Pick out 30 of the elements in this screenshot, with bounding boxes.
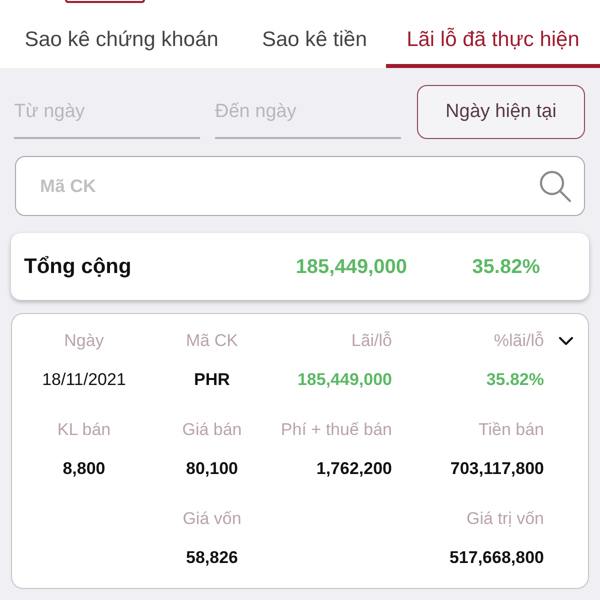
field-value: 58,826 — [186, 547, 238, 570]
field-value: 8,800 — [62, 458, 106, 480]
today-button[interactable]: Ngày hiện tại — [417, 85, 585, 139]
chevron-down-icon[interactable] — [559, 337, 573, 345]
field-label: KL bán — [57, 419, 111, 442]
field-label: Phí + thuế bán — [280, 419, 392, 442]
tab[interactable]: Lãi lỗ đã thực hiện — [386, 12, 600, 68]
field-label: Tiền bán — [478, 419, 544, 442]
field-value: 18/11/2021 — [42, 369, 126, 392]
total-percent: 35.82% — [471, 254, 540, 280]
field-value: PHR — [194, 369, 230, 392]
field-value: 185,449,000 — [297, 369, 392, 392]
field-label: Giá vốn — [182, 508, 242, 530]
cropped-button[interactable] — [65, 0, 145, 3]
total-profit: 185,449,000 — [296, 254, 407, 280]
field-label: %lãi/lỗ — [494, 330, 544, 352]
field-value: 1,762,200 — [316, 458, 392, 480]
total-label: Tổng cộng — [24, 254, 132, 280]
field-label: Giá bán — [182, 419, 242, 442]
field-label: Lãi/lỗ — [351, 330, 392, 352]
search-icon[interactable] — [539, 170, 571, 202]
tab[interactable]: Sao kê chứng khoán — [0, 12, 243, 68]
field-label: Ngày — [64, 330, 104, 352]
field-value: 703,117,800 — [450, 458, 544, 480]
tab[interactable]: Sao kê tiền — [243, 12, 386, 68]
field-value: 517,668,800 — [449, 547, 544, 570]
field-value: 80,100 — [186, 458, 238, 480]
field-value: 35.82% — [486, 369, 544, 392]
field-label: Giá trị vốn — [466, 508, 544, 530]
field-label: Mã CK — [186, 330, 238, 352]
